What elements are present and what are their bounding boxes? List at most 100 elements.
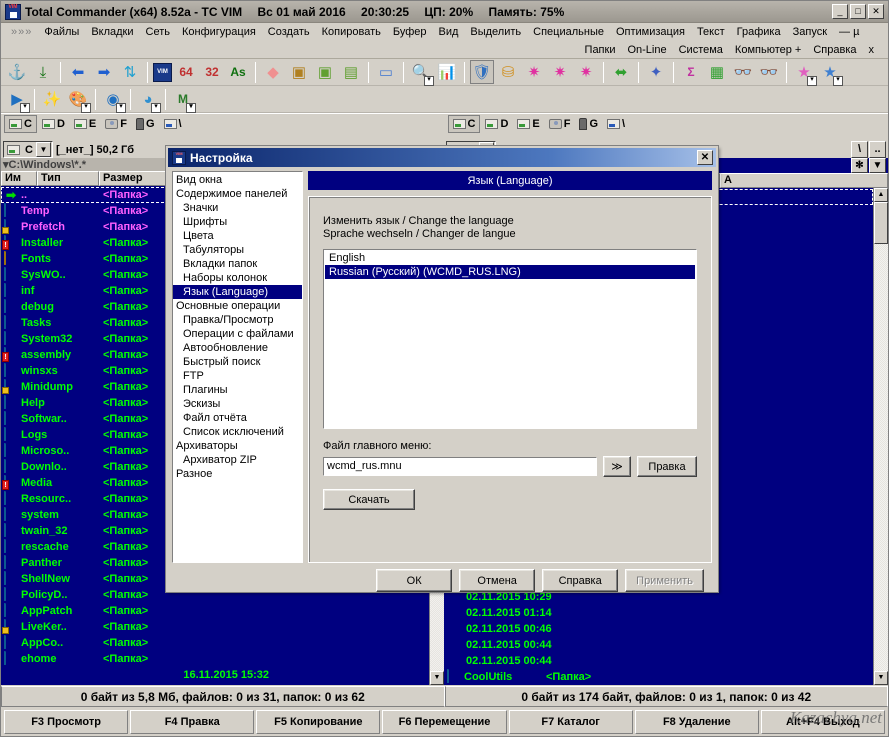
language-option[interactable]: English xyxy=(325,251,695,265)
language-listbox[interactable]: English Russian (Русский) (WCMD_RUS.LNG) xyxy=(323,249,697,429)
menu-item-5[interactable]: Создать xyxy=(262,24,316,41)
menu-item-3[interactable]: Сеть xyxy=(140,24,176,41)
settings-tree-item[interactable]: Список исключений xyxy=(173,425,302,439)
settings-tree-item[interactable]: Язык (Language) xyxy=(173,285,302,299)
cancel-button[interactable]: Отмена xyxy=(459,569,536,592)
table-row[interactable]: LiveKer.. <Папка> xyxy=(1,619,429,635)
settings-tree-item[interactable]: Шрифты xyxy=(173,215,302,229)
function-key-3[interactable]: F3 Просмотр xyxy=(4,709,129,734)
back-arrow-icon[interactable]: ⬅ xyxy=(66,60,90,84)
table-row[interactable]: 02.11.2015 00:44 xyxy=(444,653,873,669)
left-drive-button-F[interactable]: F xyxy=(101,115,131,133)
language-option[interactable]: Russian (Русский) (WCMD_RUS.LNG) xyxy=(325,265,695,279)
left-drive-button-D[interactable]: D xyxy=(38,115,69,133)
table-row[interactable]: 02.11.2015 00:46 xyxy=(444,621,873,637)
glasses-blue-icon[interactable]: 👓 xyxy=(731,60,755,84)
right-drive-button-E[interactable]: E xyxy=(513,115,543,133)
menu-item-10[interactable]: Специальные xyxy=(527,24,610,41)
sync-panels-icon[interactable]: ⇅ xyxy=(118,60,142,84)
right-scrollbar[interactable]: ▲ ▼ xyxy=(873,187,888,685)
table-row[interactable]: AppPatch <Папка> xyxy=(1,603,429,619)
maximize-button[interactable]: □ xyxy=(850,4,866,19)
colorgrid-icon[interactable]: ▦ xyxy=(705,60,729,84)
right-scroll-track[interactable] xyxy=(874,243,888,671)
settings-tree-item[interactable]: Операции с файлами xyxy=(173,327,302,341)
menu-item-12[interactable]: Текст xyxy=(691,24,731,41)
menu-item-6[interactable]: Копировать xyxy=(316,24,387,41)
magic-wand-icon[interactable]: ✨ xyxy=(40,87,64,111)
help-button[interactable]: Справка xyxy=(542,569,619,592)
menu-item-2[interactable]: Вкладки xyxy=(85,24,139,41)
right-drive-button-\[interactable]: \ xyxy=(603,115,629,133)
menu-file-input[interactable]: wcmd_rus.mnu xyxy=(323,457,597,476)
search-icon[interactable]: 🔍 xyxy=(409,60,434,86)
menu-item-1[interactable]: Файлы xyxy=(38,24,85,41)
minimize-button[interactable]: _ xyxy=(832,4,848,19)
scroll-down-icon[interactable]: ▼ xyxy=(430,671,444,685)
settings-tree-item[interactable]: Файл отчёта xyxy=(173,411,302,425)
menu-item-13[interactable]: Графика xyxy=(731,24,787,41)
m-letter-icon[interactable]: M xyxy=(171,87,196,113)
shield-icon[interactable]: 🛡 xyxy=(470,60,494,84)
table-row[interactable]: ehome <Папка> xyxy=(1,651,429,667)
sigma-icon[interactable]: Σ xyxy=(679,60,703,84)
settings-tree-item[interactable]: Наборы колонок xyxy=(173,271,302,285)
menu-item-4[interactable]: Конфигурация xyxy=(176,24,262,41)
menu2-item-2[interactable]: Система xyxy=(673,42,729,59)
settings-tree-item[interactable]: Табуляторы xyxy=(173,243,302,257)
settings-tree-item[interactable]: Цвета xyxy=(173,229,302,243)
settings-tree-item[interactable]: Архиватор ZIP xyxy=(173,453,302,467)
64bit-icon[interactable]: 64 xyxy=(174,60,198,84)
compare-left-icon[interactable]: ▣ xyxy=(287,60,311,84)
new-window-icon[interactable]: ▭ xyxy=(374,60,398,84)
menu-item-14[interactable]: Запуск xyxy=(787,24,833,41)
settings-tree-item[interactable]: Плагины xyxy=(173,383,302,397)
menu-item-15[interactable]: — µ xyxy=(833,24,865,41)
left-drive-button-E[interactable]: E xyxy=(70,115,100,133)
menu2-item-3[interactable]: Компьютер + xyxy=(729,42,807,59)
left-drive-button-C[interactable]: C xyxy=(4,114,37,133)
forward-arrow-icon[interactable]: ➡ xyxy=(92,60,116,84)
menu-item-0[interactable]: »»» xyxy=(5,24,38,41)
left-drive-combo[interactable]: C ▼ xyxy=(3,141,53,158)
right-drive-button-F[interactable]: F xyxy=(545,115,575,133)
download-icon[interactable]: ⤓ xyxy=(31,60,55,84)
menu2-item-0[interactable]: Папки xyxy=(579,42,622,59)
ok-button[interactable]: ОК xyxy=(376,569,453,592)
settings-tree-item[interactable]: Значки xyxy=(173,201,302,215)
left-drive-button-\[interactable]: \ xyxy=(160,115,186,133)
edit-menu-button[interactable]: Правка xyxy=(637,456,697,477)
parent-folder-button[interactable]: .. xyxy=(869,141,886,158)
function-key-6[interactable]: F6 Перемещение xyxy=(382,709,507,734)
function-key-4[interactable]: F4 Правка xyxy=(130,709,255,734)
menu-item-7[interactable]: Буфер xyxy=(387,24,433,41)
menu-item-9[interactable]: Выделить xyxy=(464,24,527,41)
star-button[interactable]: ✻ xyxy=(851,158,868,173)
left-drive-button-G[interactable]: G xyxy=(132,115,159,133)
chart-icon[interactable]: 📊 xyxy=(435,60,459,84)
settings-category-tree[interactable]: Вид окна Содержимое панелей Значки Шрифты Цв… xyxy=(172,171,303,563)
vim-save-icon[interactable]: VIM xyxy=(153,62,172,82)
menu2-item-4[interactable]: Справка xyxy=(807,42,862,59)
function-key-7[interactable]: F7 Каталог xyxy=(508,709,633,734)
close-button[interactable]: ✕ xyxy=(868,4,884,19)
settings-tree-item[interactable]: Архиваторы xyxy=(173,439,302,453)
star-blue-icon[interactable]: ★ xyxy=(818,60,843,86)
browse-button[interactable]: ≫ xyxy=(603,456,631,477)
dialog-close-button[interactable]: ✕ xyxy=(697,150,713,165)
settings-tree-item[interactable]: Содержимое панелей xyxy=(173,187,302,201)
camera-icon[interactable]: ◉ xyxy=(101,87,126,113)
settings-tree-item[interactable]: Быстрый поиск xyxy=(173,355,302,369)
settings-tree-item[interactable]: Основные операции xyxy=(173,299,302,313)
table-row[interactable]: 02.11.2015 01:14 xyxy=(444,605,873,621)
globe-icon[interactable]: ◕ xyxy=(136,87,161,113)
table-row[interactable]: 02.11.2015 00:44 xyxy=(444,637,873,653)
right-drive-button-D[interactable]: D xyxy=(481,115,512,133)
settings-tree-item[interactable]: Автообновление xyxy=(173,341,302,355)
settings-tree-item[interactable]: Разное xyxy=(173,467,302,481)
settings-tree-item[interactable]: Правка/Просмотр xyxy=(173,313,302,327)
left-column-0[interactable]: Им xyxy=(1,171,37,186)
function-key-5[interactable]: F5 Копирование xyxy=(256,709,381,734)
right-drive-button-G[interactable]: G xyxy=(575,115,602,133)
function-key-9[interactable]: Alt+F4 Выход xyxy=(760,709,885,734)
